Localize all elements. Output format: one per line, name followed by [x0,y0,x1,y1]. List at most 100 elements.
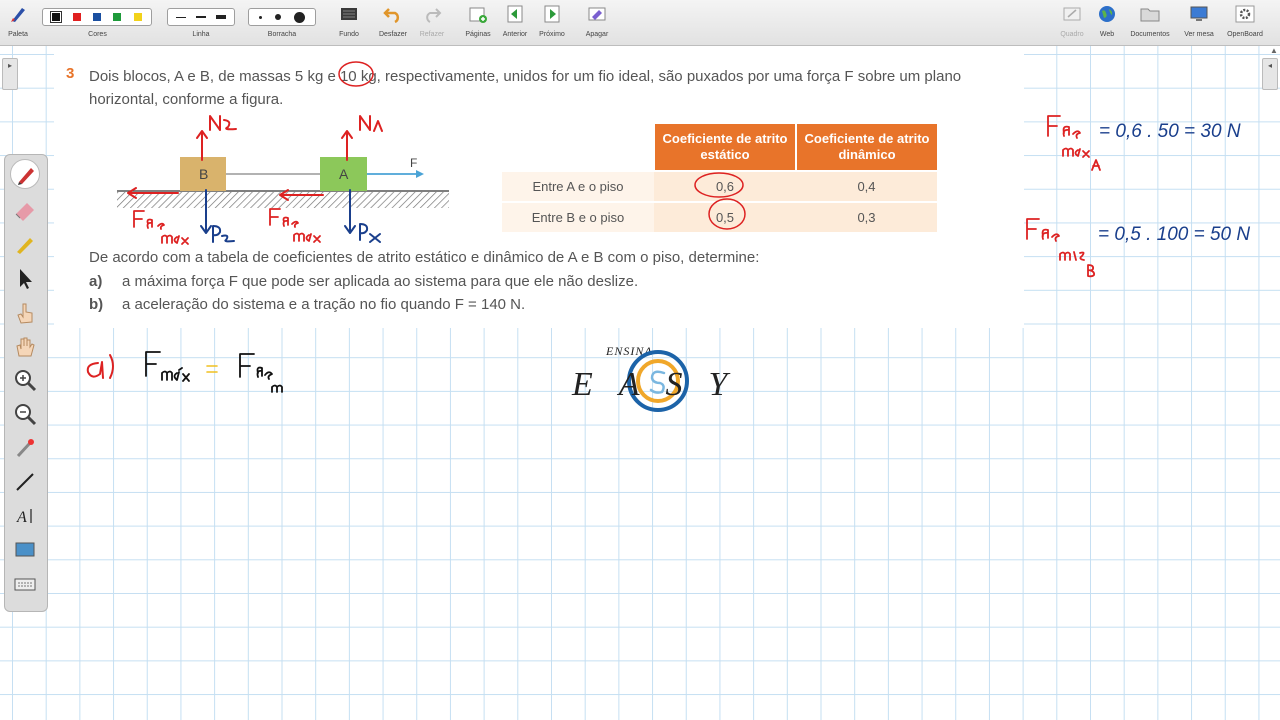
line-thick-option[interactable] [216,15,226,19]
left-panel-toggle[interactable]: ▸ [2,58,18,90]
force-label: F [410,156,417,170]
color-swatch-blue[interactable] [92,13,101,21]
highlighter-tool[interactable] [10,229,40,259]
background-icon [341,8,357,20]
line-width-options [167,8,235,26]
right-panel-toggle[interactable]: ◂ [1262,58,1278,90]
cell-static-b: 0,5 [654,201,796,232]
palette-icon [11,8,25,22]
web-button[interactable]: Web [1092,0,1122,45]
eraser-large-option[interactable] [294,11,306,23]
item-a-letter: a) [89,273,103,290]
pointing-hand-icon [17,303,33,324]
eraser-small-option[interactable] [258,15,262,19]
text-tool[interactable]: A [10,501,40,531]
desktop-button[interactable]: Ver mesa [1179,0,1219,45]
tools-sidebar: A [4,154,48,612]
colors-swatches [42,8,152,26]
web-globe-icon [1099,6,1115,22]
eraser-size-button[interactable]: Borracha [247,0,317,45]
zoom-in-tool[interactable] [10,365,40,395]
virtual-keyboard-tool[interactable] [10,569,40,599]
line-tool[interactable] [10,467,40,497]
laser-pointer-tool[interactable] [10,433,40,463]
coefficients-table: Coeficiente de atrito estático Coeficien… [502,124,937,232]
eraser-tool[interactable] [10,195,40,225]
item-b-letter: b) [89,296,104,313]
clear-page-icon [588,7,606,21]
openboard-button[interactable]: OpenBoard [1222,0,1268,45]
question-number: 3 [66,65,75,82]
eraser-size-options [248,8,316,26]
palette-button[interactable]: Paleta [2,0,34,45]
zoom-out-tool[interactable] [10,399,40,429]
screen-capture-icon [15,542,35,557]
color-swatch-red[interactable] [72,13,81,21]
line-thin-option[interactable] [176,16,186,18]
cell-dynamic-b: 0,3 [796,201,937,232]
row-label-b: Entre B e o piso [502,201,654,232]
logo-letters: EASY [572,366,754,403]
svg-text:A: A [16,509,27,526]
board-button[interactable]: Quadro [1055,0,1089,45]
line-medium-option[interactable] [196,16,206,18]
table-row: Entre B e o piso 0,5 0,3 [502,201,937,232]
eraser-icon [15,203,34,221]
text-icon: A [16,509,32,526]
eraser-medium-option[interactable] [274,14,281,20]
hand-tool[interactable] [10,331,40,361]
pages-button[interactable]: Páginas [462,0,494,45]
documents-button[interactable]: Documentos [1124,0,1176,45]
board-icon [1063,7,1081,21]
arrow-cursor-icon [20,269,32,289]
color-swatch-yellow[interactable] [133,13,142,21]
color-swatch-black[interactable] [50,11,63,23]
header-dynamic: Coeficiente de atrito dinâmico [795,124,937,171]
header-static: Coeficiente de atrito estático [653,124,796,171]
pages-icon [469,7,487,23]
keyboard-icon [14,578,36,591]
clear-page-button[interactable]: Apagar [581,0,613,45]
table-row: Entre A e o piso 0,6 0,4 [502,170,937,202]
row-label-a: Entre A e o piso [502,170,654,202]
line-icon [16,473,34,491]
desktop-icon [1190,6,1208,21]
select-tool[interactable] [10,263,40,293]
ensina-easy-logo: ENSINA EASY [572,344,727,424]
laser-pointer-icon [16,439,34,458]
cell-dynamic-a: 0,4 [796,170,937,202]
interact-tool[interactable] [10,297,40,327]
zoom-in-icon [15,370,37,392]
documents-folder-icon [1140,8,1160,22]
block-a-label: A [339,166,349,182]
scroll-up-arrow[interactable]: ▲ [1270,46,1280,56]
next-page-icon [544,5,560,23]
question-instruction: De acordo com a tabela de coeficientes d… [89,249,760,266]
open-hand-icon [16,337,35,357]
floor-hatch [117,192,449,208]
top-toolbar: Paleta Cores Linha Borracha Fundo Desfaz… [0,0,1280,46]
undo-button[interactable]: Desfazer [376,0,410,45]
line-width-button[interactable]: Linha [166,0,236,45]
color-swatch-green[interactable] [113,13,122,21]
question-statement: Dois blocos, A e B, de massas 5 kg e 10 … [89,68,962,108]
capture-tool[interactable] [10,535,40,565]
zoom-out-icon [15,404,37,426]
previous-page-icon [507,5,523,23]
highlighter-icon [17,238,33,254]
block-b-label: B [199,166,208,182]
item-b-text: a aceleração do sistema e a tração no fi… [122,296,526,313]
pen-tool[interactable] [10,159,40,189]
next-page-button[interactable]: Próximo [536,0,568,45]
redo-button[interactable]: Refazer [416,0,448,45]
background-button[interactable]: Fundo [333,0,365,45]
colors-button[interactable]: Cores [40,0,155,45]
table-corner [502,124,654,171]
previous-page-button[interactable]: Anterior [499,0,531,45]
redo-icon [426,8,442,23]
cell-static-a: 0,6 [654,170,796,202]
pen-icon [18,168,34,185]
openboard-settings-icon [1235,5,1255,23]
undo-icon [383,8,400,23]
blocks-figure: B A F [117,156,449,208]
